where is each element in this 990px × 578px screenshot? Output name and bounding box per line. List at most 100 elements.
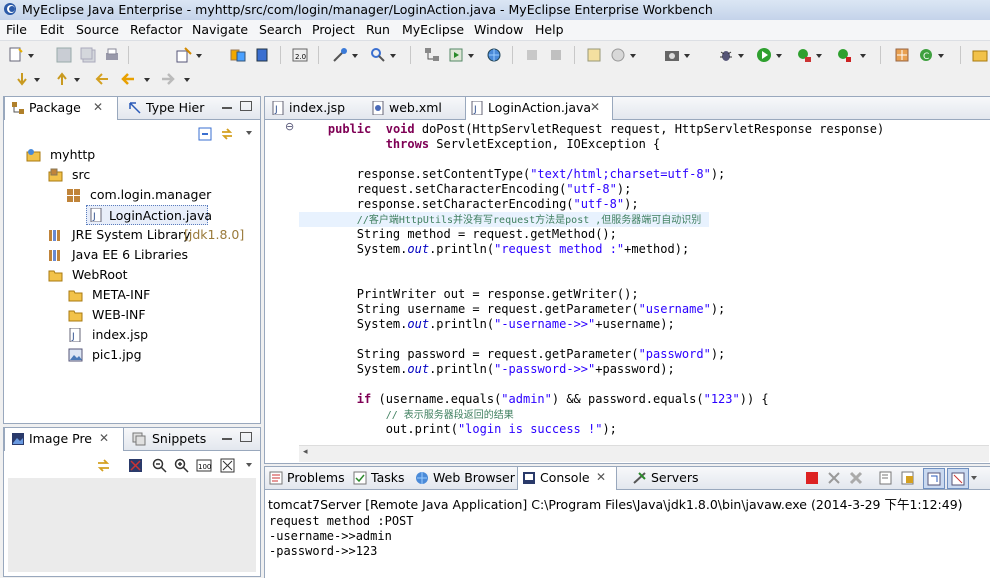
- tab-loginaction-java[interactable]: J LoginAction.java ✕: [465, 97, 613, 120]
- close-icon[interactable]: ✕: [590, 100, 600, 114]
- tab-index-jsp[interactable]: J index.jsp: [265, 97, 365, 119]
- open-folder-icon[interactable]: [972, 47, 988, 63]
- tree-label: WEB-INF: [92, 307, 146, 322]
- run-config-icon[interactable]: [448, 47, 464, 63]
- tab-problems[interactable]: Problems: [265, 467, 347, 489]
- new-server-icon[interactable]: [894, 47, 910, 63]
- pin-console-button[interactable]: [923, 468, 945, 489]
- menu-edit[interactable]: Edit: [40, 22, 64, 37]
- new-icon[interactable]: [8, 47, 24, 63]
- tab-snippets[interactable]: Snippets: [128, 428, 212, 450]
- minimize-icon[interactable]: [222, 107, 232, 109]
- debug-icon[interactable]: [718, 47, 734, 63]
- tab-web-browser[interactable]: Web Browser: [411, 467, 515, 489]
- new-project-icon[interactable]: [586, 47, 602, 63]
- tab-console[interactable]: Console ✕: [517, 467, 617, 490]
- fit-icon[interactable]: [128, 458, 143, 473]
- hierarchy-icon[interactable]: [424, 47, 440, 63]
- zoom-in-icon[interactable]: [174, 458, 189, 473]
- server-icon[interactable]: [254, 47, 270, 63]
- remove-all-icon[interactable]: [849, 471, 863, 485]
- fold-icon[interactable]: ⊖: [285, 120, 294, 133]
- sync-icon[interactable]: [96, 458, 111, 473]
- close-icon[interactable]: ✕: [596, 470, 606, 484]
- terminate-icon[interactable]: [805, 471, 819, 485]
- tab-package[interactable]: Package ✕: [4, 97, 118, 120]
- zoom-out-icon[interactable]: [152, 458, 167, 473]
- run-icon[interactable]: [756, 47, 772, 63]
- coverage-icon[interactable]: [796, 47, 812, 63]
- forward-icon[interactable]: [160, 71, 176, 87]
- tab-web-xml[interactable]: web.xml: [367, 97, 467, 119]
- tree-item-loginaction-java[interactable]: J LoginAction.java: [86, 205, 212, 225]
- clear-console-icon[interactable]: [879, 471, 893, 485]
- snippets-icon: [132, 432, 146, 446]
- actual-size-icon[interactable]: 100: [196, 458, 212, 473]
- console-output[interactable]: request method :POST -username->>admin -…: [269, 514, 987, 559]
- code-area[interactable]: public void doPost(HttpServletRequest re…: [299, 122, 989, 444]
- tab-image-preview[interactable]: Image Pre ✕: [4, 428, 124, 451]
- open-resource-icon[interactable]: [548, 47, 564, 63]
- folder-icon: [68, 310, 83, 322]
- external-tools-icon[interactable]: [836, 47, 852, 63]
- horizontal-scrollbar[interactable]: ◂: [299, 445, 989, 462]
- code-line: System.out.println("request method :"+me…: [356, 242, 690, 256]
- deploy-icon[interactable]: [230, 47, 246, 63]
- code-line: //客户端HttpUtils并没有写request方法是post ,但服务器端可…: [299, 212, 709, 227]
- scroll-left-icon[interactable]: ◂: [303, 447, 308, 457]
- menu-window[interactable]: Window: [474, 22, 523, 37]
- tree-label: LoginAction.java: [109, 208, 213, 223]
- search-wizard-icon[interactable]: [370, 47, 386, 63]
- remove-launch-icon[interactable]: [827, 471, 841, 485]
- new-class-icon[interactable]: C: [918, 47, 934, 63]
- next-annotation-icon[interactable]: [14, 71, 30, 87]
- menu-navigate[interactable]: Navigate: [192, 22, 248, 37]
- display-console-button[interactable]: [947, 468, 969, 489]
- prev-annotation-icon[interactable]: [54, 71, 70, 87]
- console-tabbar: Problems Tasks Web Browser Console ✕ Ser…: [265, 467, 990, 490]
- save-all-icon[interactable]: [80, 47, 96, 63]
- minimize-icon[interactable]: [222, 438, 232, 440]
- debug-wizard-icon[interactable]: [332, 47, 348, 63]
- code-line: response.setContentType("text/html;chars…: [356, 167, 726, 181]
- project-icon: [26, 149, 41, 162]
- jdk-icon[interactable]: 2.0: [292, 47, 308, 63]
- back-icon[interactable]: [120, 71, 136, 87]
- globe-icon[interactable]: [486, 47, 502, 63]
- open-type-icon[interactable]: [524, 47, 540, 63]
- menu-run[interactable]: Run: [366, 22, 390, 37]
- tree-label: index.jsp: [92, 327, 149, 342]
- menu-help[interactable]: Help: [535, 22, 564, 37]
- code-line: PrintWriter out = response.getWriter();: [356, 287, 639, 301]
- menu-refactor[interactable]: Refactor: [130, 22, 182, 37]
- menu-project[interactable]: Project: [312, 22, 355, 37]
- display-console-icon: [951, 472, 965, 486]
- console-icon: [523, 472, 535, 484]
- menu-search[interactable]: Search: [259, 22, 302, 37]
- camera-icon[interactable]: [664, 47, 680, 63]
- code-line: request.setCharacterEncoding("utf-8");: [356, 182, 632, 196]
- maximize-icon[interactable]: [240, 432, 252, 442]
- print-icon[interactable]: [104, 47, 120, 63]
- svg-text:J: J: [274, 105, 278, 115]
- last-edit-icon[interactable]: [94, 71, 110, 87]
- menu-source[interactable]: Source: [76, 22, 119, 37]
- new-wizard-icon[interactable]: [176, 47, 192, 63]
- close-icon[interactable]: ✕: [93, 100, 103, 114]
- scroll-lock-icon[interactable]: [901, 471, 915, 485]
- save-icon[interactable]: [56, 47, 72, 63]
- close-icon[interactable]: ✕: [99, 431, 109, 445]
- tab-servers[interactable]: Servers: [629, 467, 705, 489]
- package-explorer-tabbar: Package ✕ Type Hier: [4, 97, 260, 120]
- fit-window-icon[interactable]: [220, 458, 235, 473]
- collapse-all-icon[interactable]: [198, 127, 212, 141]
- tree-label: src: [72, 167, 91, 182]
- menu-bar: File Edit Source Refactor Navigate Searc…: [0, 20, 990, 41]
- maximize-icon[interactable]: [240, 101, 252, 111]
- tab-type-hierarchy[interactable]: Type Hier: [122, 97, 210, 119]
- tab-tasks[interactable]: Tasks: [349, 467, 409, 489]
- link-with-editor-icon[interactable]: [220, 127, 234, 141]
- menu-file[interactable]: File: [6, 22, 27, 37]
- menu-myeclipse[interactable]: MyEclipse: [402, 22, 464, 37]
- browser-icon[interactable]: [610, 47, 626, 63]
